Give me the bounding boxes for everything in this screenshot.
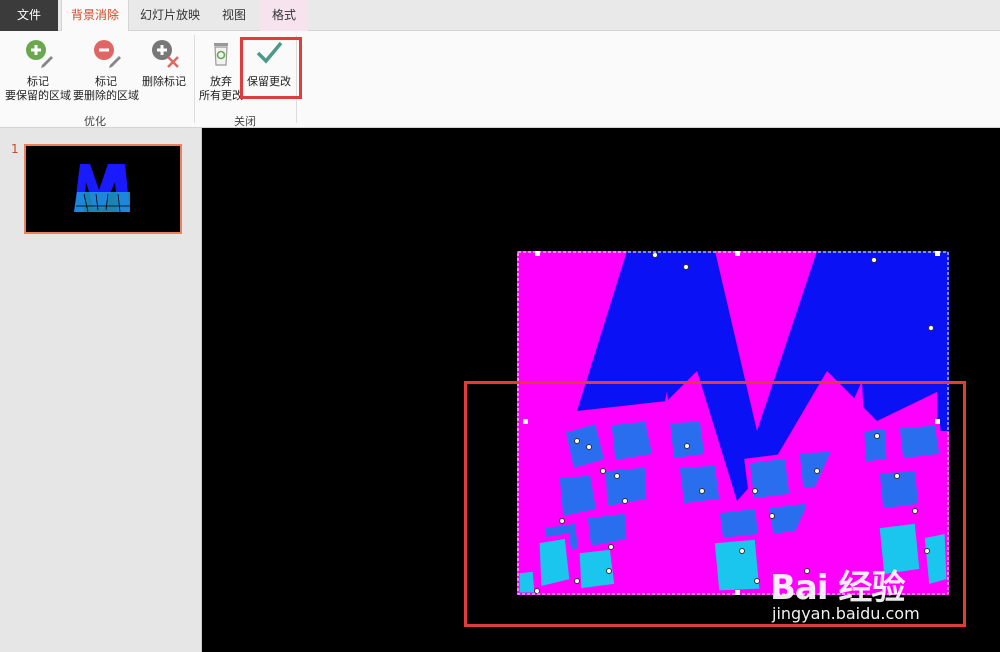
ribbon: 标记 要保留的区域 标记 要删除的区域 删除标记 优化 放弃 所有更改 保留更改… xyxy=(0,31,1000,128)
tab-format[interactable]: 格式 xyxy=(260,0,308,31)
slide-thumbnail-pane: 1 xyxy=(0,128,202,652)
group-label-refine: 优化 xyxy=(84,115,106,128)
watermark-url: jingyan.baidu.com xyxy=(772,604,920,623)
recycle-bin-icon xyxy=(214,43,228,66)
discard-label-line2: 所有更改 xyxy=(199,89,243,102)
mark-areas-to-remove-button[interactable]: 标记 要删除的区域 xyxy=(72,37,140,103)
baidu-jingyan-watermark: Bai 经验 jingyan.baidu.com xyxy=(770,560,970,630)
mark-keep-label-line2: 要保留的区域 xyxy=(5,89,71,102)
mark-areas-to-keep-button[interactable]: 标记 要保留的区域 xyxy=(4,37,72,103)
slide-thumbnail-image xyxy=(26,146,180,232)
tab-view[interactable]: 视图 xyxy=(212,0,256,31)
mark-remove-label-line2: 要删除的区域 xyxy=(73,89,139,102)
discard-all-changes-button[interactable]: 放弃 所有更改 xyxy=(197,37,245,103)
tab-slideshow[interactable]: 幻灯片放映 xyxy=(136,0,204,31)
keep-changes-highlight-box xyxy=(240,37,302,99)
powerpoint-window: 文件 背景消除 幻灯片放映 视图 格式 标记 要保留的区域 标记 要删除的区域 xyxy=(0,0,1000,652)
slide-number: 1 xyxy=(11,142,19,156)
watermark-logo-text: Bai 经验 xyxy=(770,568,905,608)
mark-remove-label-line1: 标记 xyxy=(95,75,117,88)
mark-keep-label-line1: 标记 xyxy=(27,75,49,88)
delete-mark-label: 删除标记 xyxy=(142,75,186,88)
tab-file[interactable]: 文件 xyxy=(0,0,58,31)
group-label-close: 关闭 xyxy=(234,115,256,128)
tab-background-removal[interactable]: 背景消除 xyxy=(61,0,129,32)
discard-label-line1: 放弃 xyxy=(210,75,232,88)
delete-mark-icon xyxy=(152,40,179,68)
plus-pencil-icon xyxy=(26,40,53,68)
group-separator xyxy=(194,35,195,123)
minus-pencil-icon xyxy=(94,40,121,68)
slide-thumbnail[interactable] xyxy=(24,144,182,234)
ribbon-tab-bar: 文件 背景消除 幻灯片放映 视图 格式 xyxy=(0,0,1000,32)
delete-mark-button[interactable]: 删除标记 xyxy=(140,37,188,89)
